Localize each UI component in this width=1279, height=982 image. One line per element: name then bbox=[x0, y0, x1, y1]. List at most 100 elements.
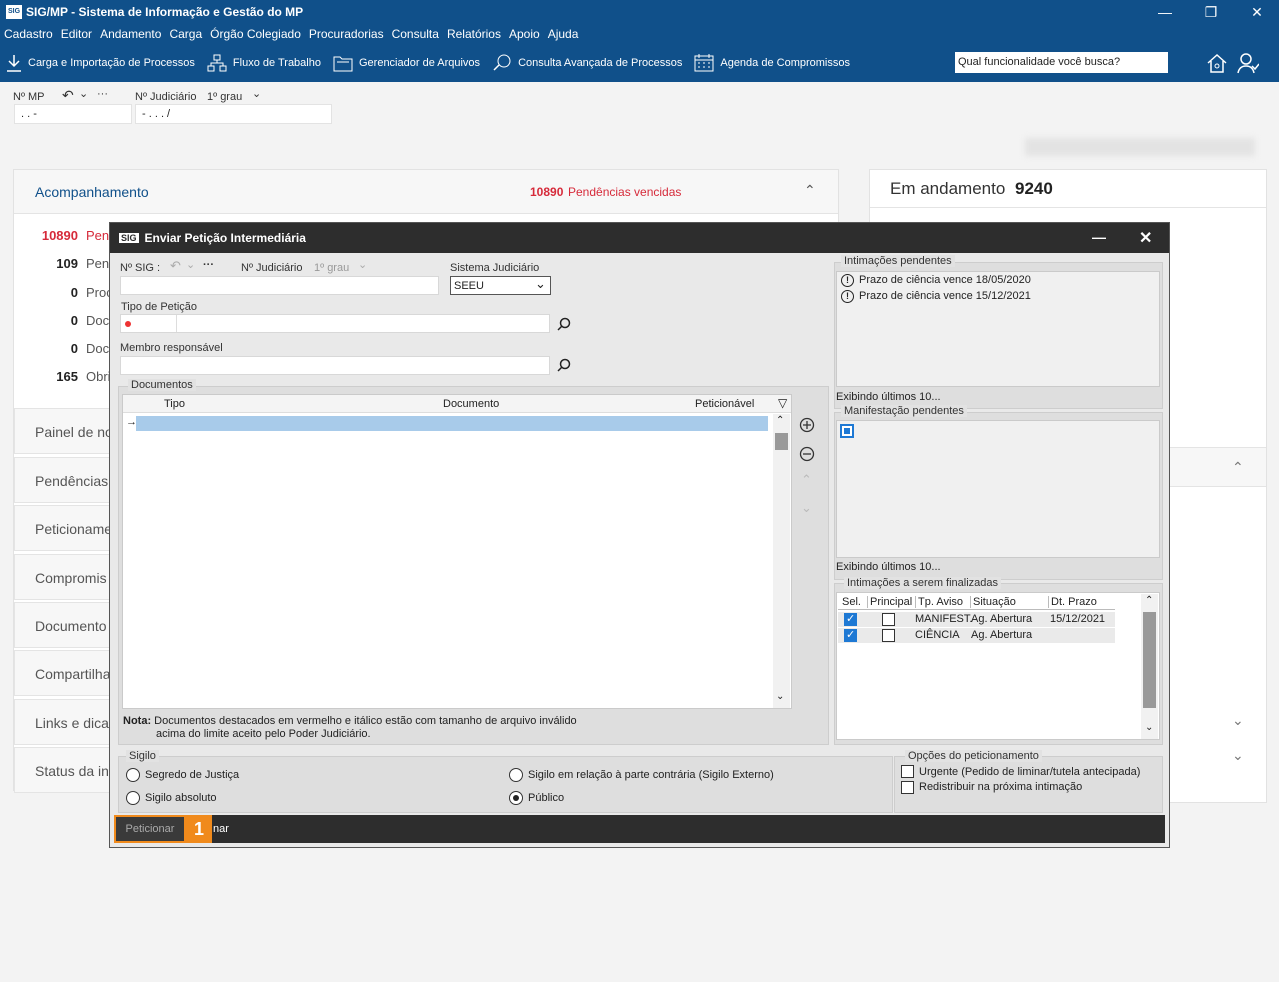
table-row[interactable]: ✓ MANIFEST. Ag. Abertura 15/12/2021 bbox=[838, 612, 1115, 627]
segredo-justica-radio[interactable] bbox=[126, 768, 140, 782]
search-icon[interactable] bbox=[557, 317, 571, 331]
mp-input[interactable]: . . - bbox=[14, 104, 132, 124]
judiciario-input[interactable]: - . . . / bbox=[135, 104, 332, 124]
menu-ajuda[interactable]: Ajuda bbox=[544, 27, 583, 41]
sel-checkbox[interactable]: ✓ bbox=[844, 629, 857, 642]
section-peticionamento[interactable]: Peticioname bbox=[14, 505, 114, 551]
section-compromissos[interactable]: Compromis bbox=[14, 554, 114, 600]
menu-procuradorias[interactable]: Procuradorias bbox=[305, 27, 388, 41]
filter-icon[interactable]: ▽ bbox=[778, 396, 787, 410]
segredo-justica-label[interactable]: Segredo de Justiça bbox=[145, 769, 239, 781]
cancelar-button[interactable]: nar bbox=[213, 823, 229, 835]
section-status[interactable]: Status da in bbox=[14, 747, 114, 793]
em-andamento-header[interactable]: Em andamento 9240 bbox=[870, 170, 1266, 208]
vertical-scrollbar[interactable]: ⌃ ⌄ bbox=[773, 414, 790, 708]
column-sel[interactable]: Sel. bbox=[842, 596, 861, 608]
more-dots[interactable]: ··· bbox=[203, 259, 214, 271]
table-row[interactable] bbox=[136, 416, 768, 431]
column-principal[interactable]: Principal bbox=[867, 596, 912, 608]
list-item[interactable]: ! Prazo de ciência vence 15/12/2021 bbox=[841, 290, 1031, 303]
redistribuir-checkbox[interactable] bbox=[901, 781, 914, 794]
section-compartilhamento[interactable]: Compartilha bbox=[14, 650, 114, 696]
sigilo-absoluto-radio[interactable] bbox=[126, 791, 140, 805]
section-links-dicas[interactable]: Links e dica bbox=[14, 699, 114, 745]
urgente-label[interactable]: Urgente (Pedido de liminar/tutela anteci… bbox=[919, 766, 1140, 778]
principal-checkbox[interactable] bbox=[882, 629, 895, 642]
menu-cadastro[interactable]: Cadastro bbox=[0, 27, 57, 41]
sigilo-externo-label[interactable]: Sigilo em relação à parte contrária (Sig… bbox=[528, 769, 774, 781]
column-peticionavel[interactable]: Peticionável bbox=[695, 398, 754, 410]
menu-consulta[interactable]: Consulta bbox=[388, 27, 443, 41]
section-painel[interactable]: Painel de no bbox=[14, 408, 114, 454]
vencidas-label[interactable]: Pendências vencidas bbox=[568, 185, 681, 199]
column-dt-prazo[interactable]: Dt. Prazo bbox=[1048, 596, 1097, 608]
undo-icon[interactable]: ↶ bbox=[62, 87, 74, 104]
stat-row[interactable]: 0 Proc bbox=[14, 285, 113, 300]
principal-checkbox[interactable] bbox=[882, 613, 895, 626]
remove-document-icon[interactable] bbox=[799, 446, 815, 462]
menu-carga[interactable]: Carga bbox=[165, 27, 206, 41]
chevron-up-icon[interactable]: ⌃ bbox=[1232, 459, 1244, 476]
column-situacao[interactable]: Situação bbox=[970, 596, 1016, 608]
toolbar-consulta-avancada[interactable]: Consulta Avançada de Processos bbox=[492, 54, 682, 72]
list-item[interactable]: ! Prazo de ciência vence 18/05/2020 bbox=[841, 274, 1031, 287]
redistribuir-label[interactable]: Redistribuir na próxima intimação bbox=[919, 781, 1082, 793]
section-pendencias[interactable]: Pendências bbox=[14, 457, 114, 503]
stat-row[interactable]: 0 Doc bbox=[14, 313, 109, 328]
functionality-search-input[interactable]: Qual funcionalidade você busca? bbox=[955, 52, 1168, 73]
scroll-up-icon[interactable]: ⌃ bbox=[1145, 595, 1153, 606]
grau-label[interactable]: 1º grau bbox=[207, 91, 242, 103]
column-tipo[interactable]: Tipo bbox=[164, 398, 185, 410]
chevron-down-icon[interactable]: ⌄ bbox=[252, 87, 261, 100]
home-icon[interactable] bbox=[1206, 52, 1228, 74]
column-tp-aviso[interactable]: Tp. Aviso bbox=[915, 596, 963, 608]
scroll-up-icon[interactable]: ⌃ bbox=[776, 415, 784, 426]
chevron-down-icon[interactable]: ⌄ bbox=[79, 87, 88, 100]
acompanhamento-header[interactable]: Acompanhamento 10890 Pendências vencidas… bbox=[14, 170, 838, 214]
menu-relatorios[interactable]: Relatórios bbox=[443, 27, 505, 41]
menu-orgao-colegiado[interactable]: Órgão Colegiado bbox=[206, 27, 305, 41]
search-icon[interactable] bbox=[557, 358, 571, 372]
toolbar-fluxo-trabalho[interactable]: Fluxo de Trabalho bbox=[207, 54, 321, 72]
close-icon[interactable]: ✕ bbox=[1139, 228, 1152, 248]
stat-row[interactable]: 0 Doc bbox=[14, 341, 109, 356]
sistema-select[interactable]: SEEU ⌄ bbox=[450, 276, 551, 295]
menu-apoio[interactable]: Apoio bbox=[505, 27, 544, 41]
grau-label[interactable]: 1º grau bbox=[314, 262, 349, 274]
sigilo-absoluto-label[interactable]: Sigilo absoluto bbox=[145, 792, 217, 804]
menu-editor[interactable]: Editor bbox=[57, 27, 96, 41]
tipo-peticao-input[interactable] bbox=[120, 314, 550, 333]
chevron-up-icon[interactable]: ⌃ bbox=[804, 182, 816, 199]
more-dots[interactable]: ··· bbox=[97, 88, 108, 100]
manifestacao-checkbox[interactable] bbox=[840, 424, 854, 438]
add-document-icon[interactable] bbox=[799, 417, 815, 433]
scroll-down-icon[interactable]: ⌄ bbox=[776, 691, 784, 702]
menu-andamento[interactable]: Andamento bbox=[96, 27, 165, 41]
stat-row[interactable]: 10890 Pend bbox=[14, 228, 117, 243]
minimize-icon[interactable]: — bbox=[1092, 229, 1106, 245]
chevron-down-icon[interactable]: ⌄ bbox=[1232, 712, 1244, 729]
section-documentos[interactable]: Documento bbox=[14, 602, 114, 648]
membro-input[interactable] bbox=[120, 356, 550, 375]
stat-row[interactable]: 165 Obri bbox=[14, 369, 110, 384]
close-icon[interactable]: ✕ bbox=[1234, 0, 1279, 24]
sigilo-externo-radio[interactable] bbox=[509, 768, 523, 782]
scroll-down-icon[interactable]: ⌄ bbox=[1145, 722, 1153, 733]
vertical-scrollbar[interactable]: ⌃ ⌄ bbox=[1141, 594, 1158, 739]
chevron-down-icon[interactable]: ⌄ bbox=[1232, 747, 1244, 764]
publico-label[interactable]: Público bbox=[528, 792, 564, 804]
toolbar-carga-importacao[interactable]: Carga e Importação de Processos bbox=[6, 54, 195, 72]
peticionar-button[interactable]: Peticionar bbox=[114, 815, 186, 843]
urgente-checkbox[interactable] bbox=[901, 765, 914, 778]
toolbar-agenda[interactable]: Agenda de Compromissos bbox=[694, 54, 850, 72]
publico-radio[interactable] bbox=[509, 791, 523, 805]
toolbar-gerenciador-arquivos[interactable]: Gerenciador de Arquivos bbox=[333, 54, 480, 72]
move-down-icon[interactable]: ⌄ bbox=[801, 500, 812, 516]
restore-icon[interactable]: ❐ bbox=[1188, 0, 1234, 24]
scroll-thumb[interactable] bbox=[1143, 612, 1156, 708]
sel-checkbox[interactable]: ✓ bbox=[844, 613, 857, 626]
move-up-icon[interactable]: ⌃ bbox=[801, 472, 812, 488]
stat-row[interactable]: 109 Pend bbox=[14, 256, 116, 271]
minimize-icon[interactable]: — bbox=[1142, 0, 1188, 24]
chevron-down-icon[interactable]: ⌄ bbox=[186, 258, 195, 271]
